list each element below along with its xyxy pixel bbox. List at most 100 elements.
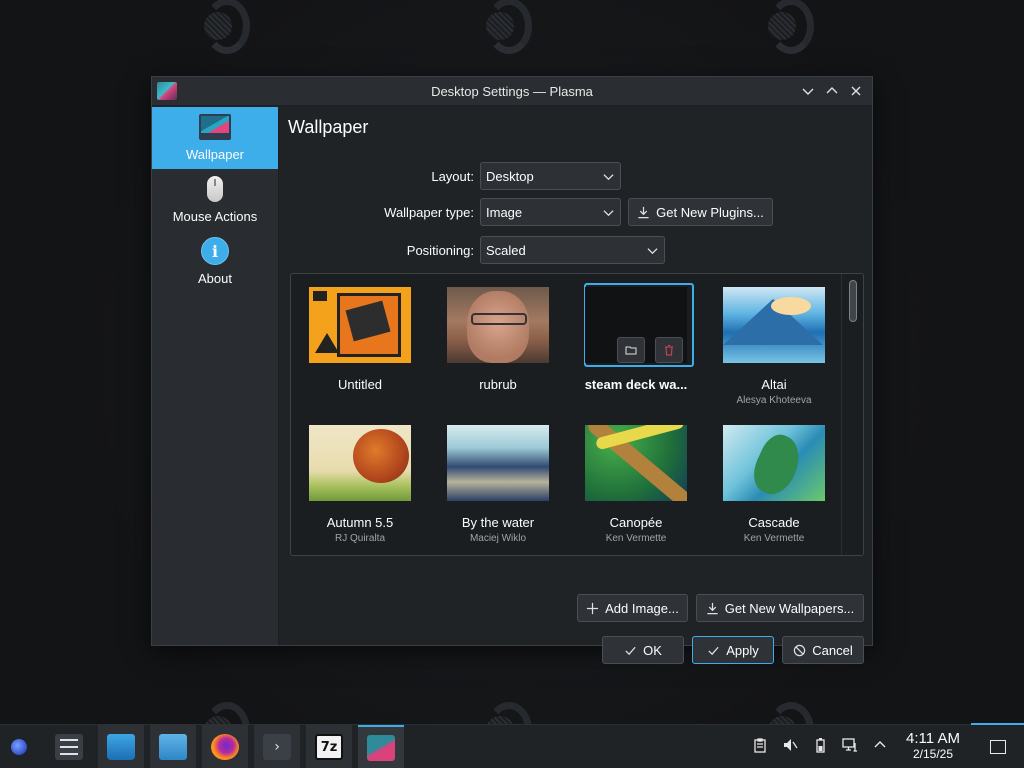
wallpaper-type-select[interactable]: Image <box>480 198 621 226</box>
close-button[interactable] <box>846 81 866 101</box>
apply-button[interactable]: Apply <box>692 636 774 664</box>
minimize-button[interactable] <box>798 81 818 101</box>
chevron-down-icon <box>603 209 614 216</box>
wallpaper-author: Ken Vermette <box>605 533 667 544</box>
positioning-select[interactable]: Scaled <box>480 236 665 264</box>
chevron-down-icon <box>647 247 658 254</box>
launcher-icon <box>11 739 27 755</box>
clock-date: 2/15/25 <box>912 747 954 761</box>
wallpaper-tile-autumn[interactable]: Autumn 5.5 RJ Quiralta <box>291 425 429 544</box>
dolphin-files-icon <box>159 734 187 760</box>
wallpaper-tile-cascade[interactable]: Cascade Ken Vermette <box>705 425 843 544</box>
trash-icon <box>665 345 673 356</box>
taskbar-7zip[interactable]: 7z <box>306 725 352 768</box>
sidebar-item-label: Wallpaper <box>185 147 245 162</box>
apply-label: Apply <box>726 642 759 658</box>
wallpaper-name: steam deck wa... <box>584 377 688 392</box>
ok-button[interactable]: OK <box>602 636 684 664</box>
plasma-settings-icon[interactable] <box>157 82 177 100</box>
settings-sidebar: Wallpaper Mouse Actions i About <box>152 107 279 645</box>
desktop-settings-window: Desktop Settings — Plasma Wallpaper Mous… <box>151 76 873 664</box>
steam-logo-decoration <box>764 0 816 56</box>
system-settings-icon <box>55 734 83 760</box>
sidebar-item-label: About <box>198 271 232 286</box>
clock-time: 4:11 AM <box>906 730 960 747</box>
cancel-button[interactable]: Cancel <box>782 636 864 664</box>
remove-wallpaper-button[interactable] <box>655 337 683 363</box>
wallpaper-thumbnail <box>309 425 411 501</box>
network-wired-icon[interactable] <box>842 737 858 753</box>
taskbar-discover[interactable] <box>98 725 144 768</box>
add-image-button[interactable]: Add Image... <box>577 594 688 622</box>
wallpaper-name: Canopée <box>609 515 663 530</box>
wallpaper-type-label: Wallpaper type: <box>384 204 474 220</box>
sidebar-item-about[interactable]: i About <box>152 231 278 293</box>
show-desktop-button[interactable] <box>971 723 1024 768</box>
get-new-plugins-button[interactable]: Get New Plugins... <box>628 198 773 226</box>
chevron-up-icon[interactable] <box>872 737 888 753</box>
wallpaper-name: rubrub <box>479 377 517 392</box>
chevron-down-icon <box>603 173 614 180</box>
title-bar[interactable]: Desktop Settings — Plasma <box>152 77 872 106</box>
close-icon <box>851 86 861 96</box>
sidebar-item-mouse-actions[interactable]: Mouse Actions <box>152 169 278 231</box>
digital-clock[interactable]: 4:11 AM 2/15/25 <box>896 730 970 762</box>
plasma-settings-icon <box>367 735 395 761</box>
get-new-wallpapers-button[interactable]: Get New Wallpapers... <box>696 594 864 622</box>
window-title: Desktop Settings — Plasma <box>431 83 593 99</box>
wallpaper-grid[interactable]: Untitled rubrub steam deck wa... Altai A… <box>290 273 864 556</box>
taskbar-konsole[interactable]: › <box>254 725 300 768</box>
cancel-icon <box>794 644 806 656</box>
wallpaper-thumbnail <box>723 287 825 363</box>
wallpaper-name: Autumn 5.5 <box>326 515 394 530</box>
layout-value: Desktop <box>486 168 534 184</box>
battery-icon[interactable] <box>812 737 828 753</box>
chevron-up-icon <box>826 87 838 94</box>
terminal-icon: › <box>263 734 291 760</box>
taskbar-dolphin[interactable] <box>150 725 196 768</box>
mouse-icon <box>207 176 223 202</box>
wallpaper-thumbnail <box>309 287 411 363</box>
steam-logo-decoration <box>482 0 534 56</box>
wallpaper-page: Wallpaper Layout: Desktop Wallpaper type… <box>280 107 872 664</box>
system-tray <box>752 737 888 753</box>
chevron-down-icon <box>802 88 814 95</box>
taskbar: › 7z 4:11 AM 2/15/25 <box>0 723 1024 768</box>
volume-muted-icon[interactable] <box>782 737 798 753</box>
ok-label: OK <box>643 642 662 658</box>
taskbar-desktop-settings[interactable] <box>358 725 404 768</box>
wallpaper-tile-by-the-water[interactable]: By the water Maciej Wiklo <box>429 425 567 544</box>
wallpaper-name: Cascade <box>748 515 800 530</box>
wallpaper-tile-untitled[interactable]: Untitled <box>291 287 429 395</box>
folder-icon <box>625 346 637 355</box>
wallpaper-tile-steam-deck[interactable]: steam deck wa... <box>567 283 705 395</box>
open-folder-button[interactable] <box>617 337 645 363</box>
positioning-label: Positioning: <box>406 242 474 258</box>
wallpaper-author: Ken Vermette <box>743 533 805 544</box>
add-image-label: Add Image... <box>605 600 679 616</box>
plus-icon <box>587 602 599 614</box>
maximize-button[interactable] <box>822 81 842 101</box>
steam-logo-decoration <box>200 0 252 56</box>
checkmark-icon <box>625 646 636 655</box>
sidebar-item-wallpaper[interactable]: Wallpaper <box>152 107 278 169</box>
wallpaper-thumbnail <box>447 287 549 363</box>
scrollbar-handle[interactable] <box>849 280 857 322</box>
wallpaper-name: Altai <box>761 377 787 392</box>
wallpaper-tile-altai[interactable]: Altai Alesya Khoteeva <box>705 287 843 406</box>
application-launcher[interactable] <box>0 725 38 768</box>
taskbar-firefox[interactable] <box>202 725 248 768</box>
taskbar-system-settings[interactable] <box>46 725 92 768</box>
monitor-icon <box>199 114 231 140</box>
wallpaper-name: Untitled <box>337 377 383 392</box>
positioning-value: Scaled <box>486 242 526 258</box>
clipboard-icon[interactable] <box>752 737 768 753</box>
grid-scrollbar[interactable] <box>841 274 863 555</box>
wallpaper-tile-rubrub[interactable]: rubrub <box>429 287 567 395</box>
wallpaper-author: Alesya Khoteeva <box>736 395 812 406</box>
layout-select[interactable]: Desktop <box>480 162 621 190</box>
wallpaper-tile-canopee[interactable]: Canopée Ken Vermette <box>567 425 705 544</box>
get-new-wallpapers-label: Get New Wallpapers... <box>724 600 855 616</box>
wallpaper-thumbnail <box>585 425 687 501</box>
page-title: Wallpaper <box>288 117 369 137</box>
